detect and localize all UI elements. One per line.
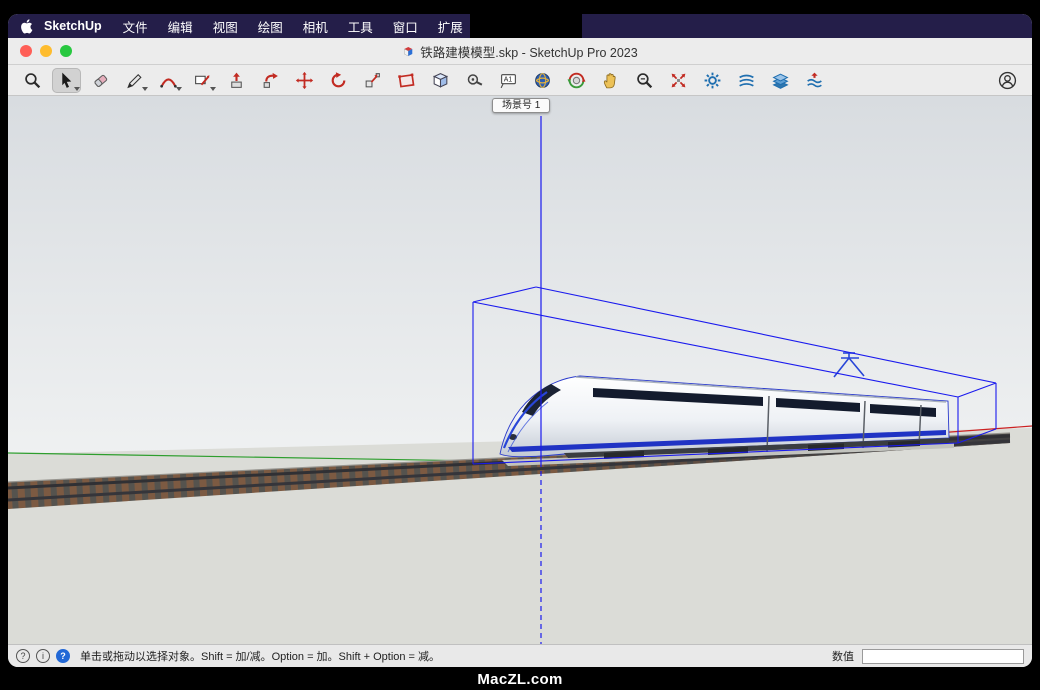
pan-hand-icon <box>601 71 620 90</box>
tape-measure-tool-button[interactable] <box>460 68 489 93</box>
section-plane-icon <box>397 71 416 90</box>
search-icon <box>23 71 42 90</box>
orbit-icon <box>567 71 586 90</box>
window-title-bar: 铁路建模模型.skp - SketchUp Pro 2023 <box>8 38 1032 65</box>
sandbox-contours-button[interactable] <box>732 68 761 93</box>
search-tool-button[interactable] <box>18 68 47 93</box>
censor-overlay <box>470 14 582 39</box>
select-tool-button[interactable] <box>52 68 81 93</box>
menu-item-tools[interactable]: 工具 <box>348 17 373 36</box>
menu-item-draw[interactable]: 绘图 <box>258 17 283 36</box>
window-title-text: 铁路建模模型.skp - SketchUp Pro 2023 <box>420 42 637 61</box>
follow-me-icon <box>261 71 280 90</box>
scale-icon <box>363 71 382 90</box>
stacked-surfaces-icon <box>771 71 790 90</box>
section-plane-tool-button[interactable] <box>392 68 421 93</box>
scene-tab[interactable]: 场景号 1 <box>492 98 550 113</box>
add-location-tool-button[interactable] <box>528 68 557 93</box>
smoove-icon <box>805 71 824 90</box>
move-icon <box>295 71 314 90</box>
status-bar: ? i ? 单击或拖动以选择对象。Shift = 加/减。Option = 加。… <box>8 644 1032 667</box>
arc-tool-button[interactable] <box>154 68 183 93</box>
menu-item-window[interactable]: 窗口 <box>393 17 418 36</box>
sandbox-smoove-button[interactable] <box>800 68 829 93</box>
pan-tool-button[interactable] <box>596 68 625 93</box>
zoom-extents-icon <box>669 71 688 90</box>
account-button[interactable] <box>993 68 1022 93</box>
modeling-viewport[interactable]: 场景号 1 <box>8 96 1032 644</box>
rotate-tool-button[interactable] <box>324 68 353 93</box>
watermark-text: MacZL.com <box>0 671 1040 688</box>
menu-item-view[interactable]: 视图 <box>213 17 238 36</box>
menu-item-file[interactable]: 文件 <box>123 17 148 36</box>
menu-bar: SketchUp 文件 编辑 视图 绘图 相机 工具 窗口 扩展 帮助 <box>8 14 1032 38</box>
app-menu-sketchup[interactable]: SketchUp <box>44 19 102 33</box>
sketchup-doc-icon <box>402 45 414 57</box>
scale-tool-button[interactable] <box>358 68 387 93</box>
eraser-tool-button[interactable] <box>86 68 115 93</box>
text-tool-button[interactable]: A1 <box>494 68 523 93</box>
line-tool-button[interactable] <box>120 68 149 93</box>
measurement-label: 数值 <box>832 648 854 664</box>
measurement-input[interactable] <box>862 649 1024 664</box>
apple-icon <box>20 19 33 34</box>
close-button[interactable] <box>20 45 32 57</box>
svg-text:A1: A1 <box>504 76 513 83</box>
extension-gear-button[interactable] <box>698 68 727 93</box>
contours-icon <box>737 71 756 90</box>
tape-measure-icon <box>465 71 484 90</box>
menu-item-edit[interactable]: 编辑 <box>168 17 193 36</box>
orbit-tool-button[interactable] <box>562 68 591 93</box>
menu-item-camera[interactable]: 相机 <box>303 17 328 36</box>
push-pull-tool-button[interactable] <box>222 68 251 93</box>
info-icon[interactable]: i <box>36 649 50 663</box>
zoom-icon <box>635 71 654 90</box>
traffic-lights <box>20 45 72 57</box>
status-hint-text: 单击或拖动以选择对象。Shift = 加/减。Option = 加。Shift … <box>80 648 440 664</box>
component-box-icon <box>431 71 450 90</box>
eraser-icon <box>91 71 110 90</box>
dropdown-caret <box>74 87 80 91</box>
apple-menu[interactable] <box>20 19 33 34</box>
fullscreen-button[interactable] <box>60 45 72 57</box>
component-tool-button[interactable] <box>426 68 455 93</box>
viewport-canvas[interactable] <box>8 96 1032 644</box>
shapes-tool-button[interactable] <box>188 68 217 93</box>
minimize-button[interactable] <box>40 45 52 57</box>
window-title: 铁路建模模型.skp - SketchUp Pro 2023 <box>402 42 637 61</box>
push-pull-icon <box>227 71 246 90</box>
account-person-icon <box>998 71 1017 90</box>
globe-icon <box>533 71 552 90</box>
toolbar: A1 <box>8 65 1032 96</box>
dropdown-caret <box>142 87 148 91</box>
rotate-icon <box>329 71 348 90</box>
text-label-icon: A1 <box>499 71 518 90</box>
dropdown-caret <box>210 87 216 91</box>
zoom-extents-tool-button[interactable] <box>664 68 693 93</box>
help-icon[interactable]: ? <box>56 649 70 663</box>
move-tool-button[interactable] <box>290 68 319 93</box>
dropdown-caret <box>176 87 182 91</box>
follow-me-tool-button[interactable] <box>256 68 285 93</box>
gear-icon <box>703 71 722 90</box>
desktop-screen: SketchUp 文件 编辑 视图 绘图 相机 工具 窗口 扩展 帮助 铁路建模… <box>8 14 1032 667</box>
zoom-tool-button[interactable] <box>630 68 659 93</box>
menu-item-extensions[interactable]: 扩展 <box>438 17 463 36</box>
sandbox-surfaces-button[interactable] <box>766 68 795 93</box>
geolocation-icon[interactable]: ? <box>16 649 30 663</box>
